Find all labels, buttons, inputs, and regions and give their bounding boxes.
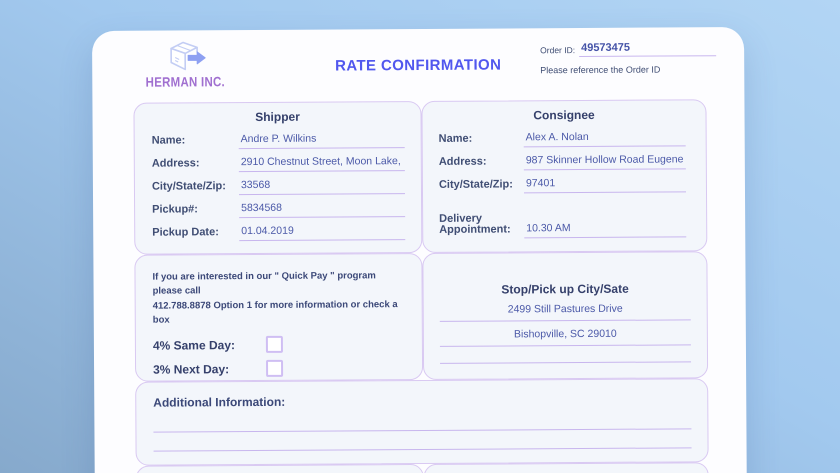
shipper-citystatezip-field[interactable]: 33568: [239, 178, 405, 195]
shipper-address-field[interactable]: 2910 Chestnut Street, Moon Lake,: [239, 155, 405, 172]
additional-info-section: Additional Information:: [135, 378, 709, 465]
consignee-header: Consignee: [422, 107, 705, 123]
field-label: City/State/Zip:: [439, 180, 524, 194]
next-day-label: 3% Next Day:: [153, 361, 266, 376]
consignee-name-row: Name: Alex A. Nolan: [423, 123, 706, 148]
quick-pay-note-line1: If you are interested in our " Quick Pay…: [152, 269, 407, 299]
order-id-label: Order ID:: [540, 45, 575, 57]
shipper-pickupdate-field[interactable]: 01.04.2019: [239, 224, 405, 241]
field-label: Delivery Appointment:: [439, 213, 524, 239]
consignee-address-row: Address: 987 Skinner Hollow Road Eugene: [423, 146, 706, 171]
brand-name: HERMAN INC.: [144, 74, 226, 89]
quick-pay-note-line2: 412.788.8878 Option 1 for more informati…: [153, 298, 408, 328]
shipper-name-field[interactable]: Andre P. Wilkins: [239, 132, 405, 149]
additional-info-line-1[interactable]: [153, 428, 691, 432]
stop-pickup-header: Stop/Pick up City/Sate: [424, 281, 707, 297]
stop-pickup-line-3[interactable]: [440, 351, 691, 364]
quick-pay-section: If you are interested in our " Quick Pay…: [134, 253, 423, 382]
order-id-block: Order ID: 49573475 Please reference the …: [540, 41, 716, 75]
order-id-field[interactable]: 49573475: [579, 41, 716, 57]
shipper-section: Shipper Name: Andre P. Wilkins Address: …: [133, 101, 422, 255]
field-label: Pickup#:: [152, 205, 239, 219]
additional-info-line-2[interactable]: [154, 447, 692, 451]
field-label: Pickup Date:: [152, 228, 239, 242]
consignee-citystatezip-row: City/State/Zip: 97401: [423, 169, 706, 194]
consignee-name-field[interactable]: Alex A. Nolan: [524, 130, 686, 147]
consignee-delivery-row: Delivery Appointment: 10.30 AM: [423, 203, 706, 239]
form-table: Shipper Name: Andre P. Wilkins Address: …: [133, 99, 709, 473]
additional-info-header: Additional Information:: [153, 392, 691, 409]
consignee-section: Consignee Name: Alex A. Nolan Address: 9…: [421, 99, 707, 253]
footer-cell-right: [424, 462, 709, 473]
shipper-name-row: Name: Andre P. Wilkins: [135, 125, 421, 150]
shipper-pickupdate-row: Pickup Date: 01.04.2019: [135, 217, 421, 242]
stop-pickup-line-1[interactable]: 2499 Still Pastures Drive: [440, 302, 691, 322]
footer-cell-left: [136, 464, 424, 473]
consignee-citystatezip-field[interactable]: 97401: [524, 176, 686, 193]
field-label: Address:: [439, 157, 524, 171]
consignee-address-field[interactable]: 987 Skinner Hollow Road Eugene: [524, 153, 686, 170]
shipper-citystatezip-row: City/State/Zip: 33568: [135, 171, 421, 196]
stop-pickup-line-2[interactable]: Bishopville, SC 29010: [440, 327, 691, 347]
consignee-delivery-field[interactable]: 10.30 AM: [524, 221, 686, 238]
shipper-header: Shipper: [134, 109, 420, 125]
same-day-checkbox[interactable]: [266, 336, 283, 353]
quick-pay-note: If you are interested in our " Quick Pay…: [152, 269, 407, 328]
field-label: City/State/Zip:: [152, 182, 239, 196]
shipper-pickupnum-row: Pickup#: 5834568: [135, 194, 421, 219]
field-label: Address:: [152, 159, 239, 173]
document-header: HERMAN INC. RATE CONFIRMATION Order ID: …: [92, 27, 744, 103]
order-id-note: Please reference the Order ID: [540, 64, 716, 75]
next-day-option-row: 3% Next Day:: [153, 358, 408, 379]
field-label: Name:: [152, 136, 239, 150]
same-day-label: 4% Same Day:: [153, 337, 266, 352]
next-day-checkbox[interactable]: [266, 360, 283, 377]
field-label: Name:: [439, 134, 524, 148]
same-day-option-row: 4% Same Day:: [153, 334, 408, 355]
rate-confirmation-document: HERMAN INC. RATE CONFIRMATION Order ID: …: [92, 27, 748, 473]
shipper-pickupnum-field[interactable]: 5834568: [239, 201, 405, 218]
stop-pickup-section: Stop/Pick up City/Sate 2499 Still Pastur…: [422, 251, 708, 380]
shipper-address-row: Address: 2910 Chestnut Street, Moon Lake…: [135, 148, 421, 173]
